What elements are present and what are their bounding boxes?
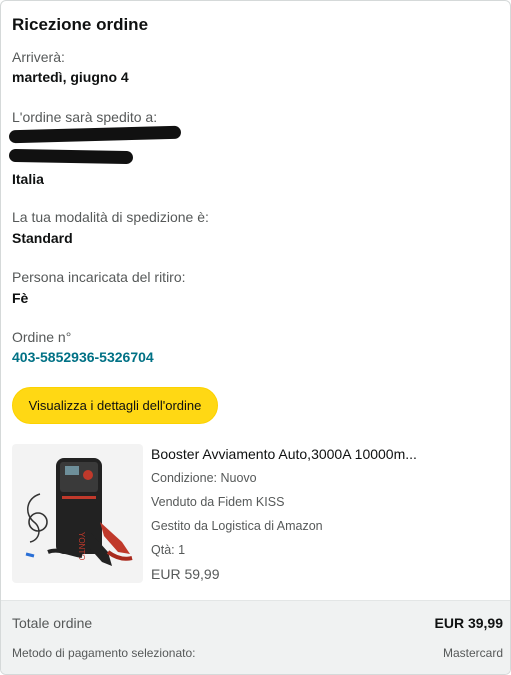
shipping-country: Italia [12,171,44,187]
shipping-mode-label: La tua modalità di spedizione è: [12,209,209,225]
order-total-value: EUR 39,99 [434,615,503,631]
shipping-label: L'ordine sarà spedito a: [12,109,158,125]
product-title[interactable]: Booster Avviamento Auto,3000A 10000m... [151,446,501,462]
pickup-person-value: Fè [12,290,29,306]
order-total-label: Totale ordine [12,615,93,631]
product-seller: Venduto da Fidem KISS [151,495,285,509]
product-fulfillment: Gestito da Logistica di Amazon [151,519,323,533]
arrival-date: martedì, giugno 4 [12,69,129,85]
order-summary: Totale ordine EUR 39,99 Metodo di pagame… [1,600,510,674]
page-title: Ricezione ordine [12,15,149,34]
product-condition: Condizione: Nuovo [151,471,257,485]
order-receipt-card: Ricezione ordine Arriverà: martedì, giug… [0,0,511,675]
jump-starter-icon: YONTO [25,458,133,566]
redacted-address-line-2 [8,148,134,165]
pickup-person-label: Persona incaricata del ritiro: [12,269,186,285]
arrival-label: Arriverà: [12,49,65,65]
shipping-mode-value: Standard [12,230,73,246]
product-price: EUR 59,99 [151,566,220,582]
product-quantity: Qtà: 1 [151,543,186,557]
order-number-label: Ordine n° [12,329,72,345]
order-number-link[interactable]: 403-5852936-5326704 [12,349,154,365]
redacted-address-line-1 [8,125,182,144]
view-order-details-button[interactable]: Visualizza i dettagli dell'ordine [12,387,218,424]
payment-method-label: Metodo di pagamento selezionato: [12,646,196,660]
product-image[interactable]: YONTO [12,444,143,583]
payment-method-value: Mastercard [442,646,503,660]
